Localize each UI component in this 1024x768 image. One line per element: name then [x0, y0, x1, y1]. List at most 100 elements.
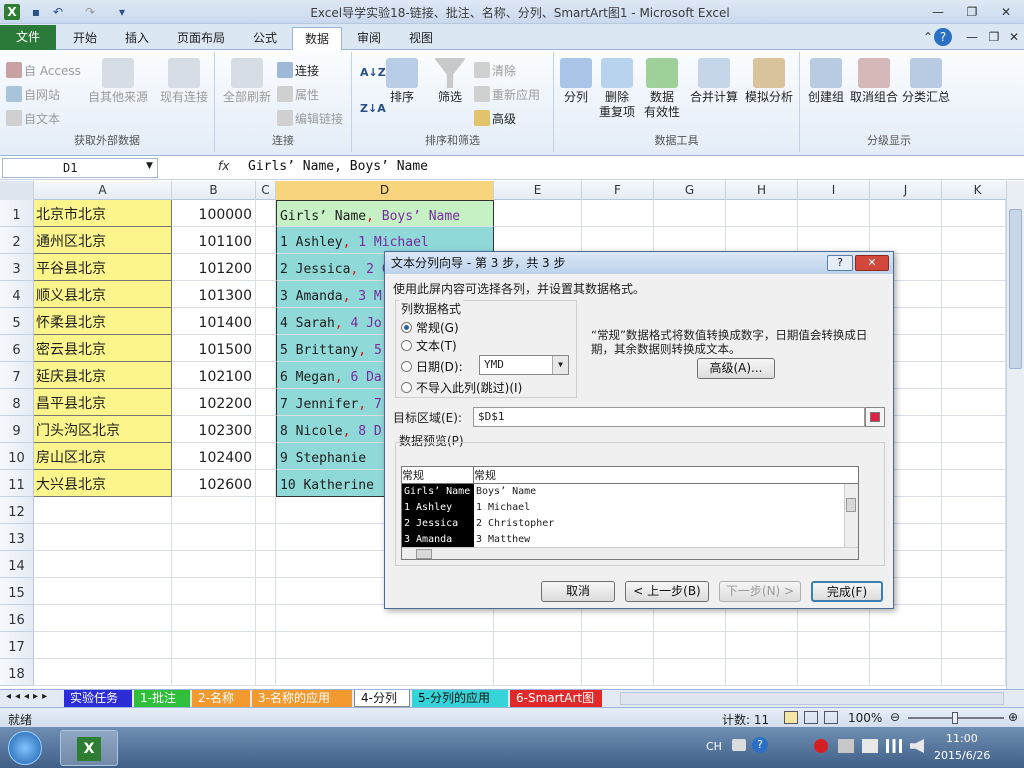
sheet-tab-names-app[interactable]: 3-名称的应用 — [252, 690, 352, 707]
col-header-g[interactable]: G — [654, 181, 726, 200]
cell-a[interactable]: 大兴县北京 — [34, 470, 172, 497]
subtotal-button[interactable]: 分类汇总 — [900, 58, 952, 105]
cell-d[interactable]: Girls’ Name, Boys’ Name — [276, 200, 494, 227]
row-header[interactable]: 16 — [0, 605, 34, 632]
edit-links-button[interactable]: 编辑链接 — [277, 110, 343, 127]
cell-b[interactable]: 102100 — [172, 362, 256, 389]
row-header[interactable]: 14 — [0, 551, 34, 578]
clock-time[interactable]: 11:00 — [946, 732, 978, 745]
scroll-thumb[interactable] — [1009, 209, 1022, 369]
sheet-tab-smartart[interactable]: 6-SmartArt图 — [510, 690, 602, 707]
sheet-nav-arrows-icon[interactable]: ◂◂◂▸▸ — [6, 691, 51, 702]
cell-a[interactable]: 平谷县北京 — [34, 254, 172, 281]
clock-date[interactable]: 2015/6/26 — [934, 749, 990, 762]
save-icon[interactable]: ▪ — [28, 4, 44, 20]
taskbar-excel-button[interactable]: X — [60, 730, 118, 766]
row-header[interactable]: 6 — [0, 335, 34, 362]
insert-function-icon[interactable]: fx — [218, 159, 229, 173]
preview-header-col1[interactable]: 常规 — [402, 467, 474, 484]
cell-b[interactable]: 101500 — [172, 335, 256, 362]
preview-header-col2[interactable]: 常规 — [474, 467, 858, 484]
connections-button[interactable]: 连接 — [277, 62, 319, 79]
col-header-k[interactable]: K — [942, 181, 1014, 200]
row-header[interactable]: 4 — [0, 281, 34, 308]
row-header[interactable]: 12 — [0, 497, 34, 524]
tab-file[interactable]: 文件 — [0, 25, 56, 50]
normal-view-icon[interactable] — [784, 711, 798, 724]
tab-review[interactable]: 审阅 — [344, 27, 394, 50]
network-icon[interactable] — [886, 739, 902, 753]
row-header[interactable]: 11 — [0, 470, 34, 497]
cell-b[interactable]: 101200 — [172, 254, 256, 281]
scroll-thumb[interactable] — [846, 498, 856, 512]
row-header[interactable]: 1 — [0, 200, 34, 227]
cell-a[interactable]: 门头沟区北京 — [34, 416, 172, 443]
radio-skip-column[interactable]: 不导入此列(跳过)(I) — [401, 379, 522, 396]
group-button[interactable]: 创建组 — [804, 58, 848, 105]
properties-button[interactable]: 属性 — [277, 86, 319, 103]
row-header[interactable]: 9 — [0, 416, 34, 443]
zoom-out-icon[interactable]: ⊖ — [890, 710, 900, 724]
tab-formulas[interactable]: 公式 — [240, 27, 290, 50]
destination-input[interactable]: $D$1 — [473, 407, 865, 427]
date-format-select[interactable]: YMD ▼ — [479, 355, 569, 375]
tab-insert[interactable]: 插入 — [112, 27, 162, 50]
cell-a[interactable]: 通州区北京 — [34, 227, 172, 254]
from-web-button[interactable]: 自网站 — [6, 86, 60, 103]
data-validation-button[interactable]: 数据 有效性 — [640, 58, 684, 120]
cell-a[interactable]: 北京市北京 — [34, 200, 172, 227]
zoom-slider[interactable] — [908, 712, 1004, 724]
radio-general[interactable]: 常规(G) — [401, 319, 459, 336]
col-header-f[interactable]: F — [582, 181, 654, 200]
chevron-down-icon[interactable]: ▼ — [552, 356, 568, 374]
action-center-icon[interactable] — [838, 739, 854, 753]
cell-a[interactable]: 延庆县北京 — [34, 362, 172, 389]
keyboard-icon[interactable] — [732, 739, 746, 751]
row-header[interactable]: 17 — [0, 632, 34, 659]
col-header-c[interactable]: C — [256, 181, 276, 200]
radio-date[interactable]: 日期(D): — [401, 358, 463, 375]
doc-close-button[interactable]: ✕ — [1002, 28, 1024, 46]
row-header[interactable]: 18 — [0, 659, 34, 686]
sheet-tab-tasks[interactable]: 实验任务 — [64, 690, 132, 707]
zoom-level[interactable]: 100% — [848, 711, 882, 725]
formula-input[interactable]: Girls’ Name, Boys’ Name — [248, 159, 428, 174]
minimize-button[interactable]: — — [926, 3, 950, 21]
sheet-tab-split-app[interactable]: 5-分列的应用 — [412, 690, 508, 707]
consolidate-button[interactable]: 合并计算 — [688, 58, 740, 105]
dialog-help-button[interactable]: ? — [827, 255, 853, 271]
remove-duplicates-button[interactable]: 删除 重复项 — [596, 58, 638, 120]
cell-a[interactable]: 密云县北京 — [34, 335, 172, 362]
col-header-j[interactable]: J — [870, 181, 942, 200]
col-header-b[interactable]: B — [172, 181, 256, 200]
close-button[interactable]: ✕ — [994, 3, 1018, 21]
preview-hscrollbar[interactable] — [402, 547, 858, 559]
cell-a[interactable]: 昌平县北京 — [34, 389, 172, 416]
cell-b[interactable]: 102400 — [172, 443, 256, 470]
row-header[interactable]: 5 — [0, 308, 34, 335]
col-header-a[interactable]: A — [34, 181, 172, 200]
clear-filter-button[interactable]: 清除 — [474, 62, 516, 79]
tab-data[interactable]: 数据 — [292, 27, 342, 50]
name-box[interactable]: D1 — [2, 158, 158, 178]
radio-text[interactable]: 文本(T) — [401, 337, 457, 354]
doc-minimize-button[interactable]: — — [960, 28, 984, 46]
undo-icon[interactable]: ↶ — [50, 4, 66, 20]
cell-a[interactable]: 顺义县北京 — [34, 281, 172, 308]
cell-b[interactable]: 101400 — [172, 308, 256, 335]
page-break-view-icon[interactable] — [824, 711, 838, 724]
vertical-scrollbar[interactable] — [1006, 181, 1024, 689]
text-to-columns-button[interactable]: 分列 — [558, 58, 594, 105]
cell-a[interactable]: 怀柔县北京 — [34, 308, 172, 335]
customize-qat-icon[interactable]: ▾ — [114, 4, 130, 20]
reapply-button[interactable]: 重新应用 — [474, 86, 540, 103]
zoom-in-icon[interactable]: ⊕ — [1008, 710, 1018, 724]
sheet-tab-comments[interactable]: 1-批注 — [134, 690, 190, 707]
volume-icon[interactable] — [910, 739, 924, 753]
data-preview[interactable]: 常规 常规 Girls’ Name Boys’ Name 1 Ashley 1 Mic… — [401, 466, 859, 560]
row-header[interactable]: 13 — [0, 524, 34, 551]
sort-button[interactable]: 排序 — [384, 58, 420, 105]
cell-a[interactable]: 房山区北京 — [34, 443, 172, 470]
advanced-button[interactable]: 高级(A)... — [697, 358, 775, 379]
from-other-sources-button[interactable]: 自其他来源 — [86, 58, 150, 105]
